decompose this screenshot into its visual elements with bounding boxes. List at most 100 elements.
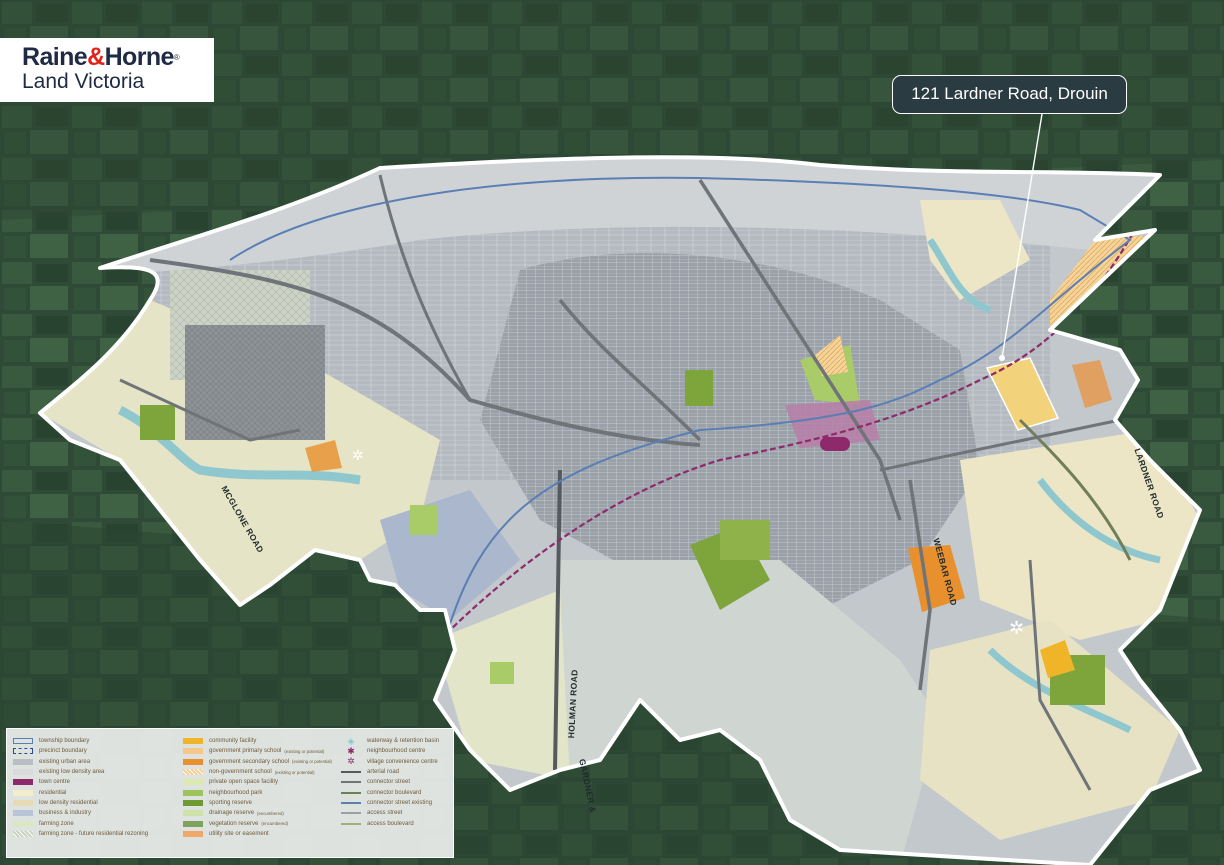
legend-item-residential: residential — [13, 787, 148, 797]
svg-text:✲: ✲ — [352, 448, 364, 464]
legend-item-business-industry: business & industry — [13, 808, 148, 818]
legend-label: drainage reserve — [209, 810, 255, 817]
legend-swatch — [13, 799, 33, 806]
legend-item-government-secondary-school: government secondary school (existing or … — [183, 757, 332, 767]
svg-text:✲: ✲ — [1009, 618, 1024, 639]
legend-label: town centre — [39, 779, 71, 786]
legend-swatch — [341, 781, 361, 784]
legend-item-sporting-reserve: sporting reserve — [183, 798, 332, 808]
legend-item-access-boulevard: access boulevard — [341, 818, 439, 828]
legend-label: low density residential — [39, 799, 98, 806]
legend-swatch — [183, 830, 203, 837]
legend-label: business & industry — [39, 810, 92, 817]
legend-swatch — [13, 748, 33, 755]
legend-swatch — [183, 758, 203, 765]
legend-label: residential — [39, 789, 67, 796]
legend-label: vegetation reserve — [209, 820, 259, 827]
legend-column-3: ◈ waterway & retention basin ✱ neighbourhoo… — [341, 736, 439, 829]
legend-item-community-facility: community facility — [183, 736, 332, 746]
legend-swatch — [341, 771, 361, 774]
legend-swatch — [13, 779, 33, 786]
legend-swatch — [13, 830, 33, 837]
legend-swatch — [183, 799, 203, 806]
legend-item-township-boundary: township boundary — [13, 736, 148, 746]
legend-swatch — [183, 779, 203, 786]
legend-label: government primary school — [209, 748, 282, 755]
legend-label: township boundary — [39, 738, 90, 745]
legend-swatch — [341, 791, 361, 794]
legend-item-vegetation-reserve: vegetation reserve (encumbered) — [183, 818, 332, 828]
legend-label: precinct boundary — [39, 748, 87, 755]
legend-item-connector-boulevard: connector boulevard — [341, 787, 439, 797]
legend-column-2: community facility government primary sch… — [183, 736, 332, 839]
legend-swatch — [13, 820, 33, 827]
legend-label: access street — [367, 810, 403, 817]
legend-sublabel: (encumbered) — [261, 821, 289, 827]
legend-sublabel: (encumbered) — [257, 810, 284, 816]
legend-sublabel: (existing or potential) — [274, 769, 315, 775]
legend-label: neighbourhood centre — [367, 748, 426, 755]
legend-item-village-convenience-centre: ✲ village convenience centre — [341, 757, 439, 767]
legend-label: neighbourhood park — [209, 789, 263, 796]
legend-swatch — [183, 748, 203, 755]
logo-subtitle: Land Victoria — [22, 70, 145, 93]
legend-swatch: ◈ — [347, 735, 355, 746]
legend-label: connector street existing — [367, 799, 433, 806]
legend-swatch — [341, 822, 361, 825]
legend-item-farming-zone: farming zone — [13, 818, 148, 828]
legend-swatch: ✲ — [347, 756, 355, 767]
legend-label: utility site or easement — [209, 830, 269, 837]
legend-label: existing urban area — [39, 758, 91, 765]
legend-item-waterway-retention-basin: ◈ waterway & retention basin — [341, 735, 440, 746]
legend-item-neighbourhood-park: neighbourhood park — [183, 787, 332, 797]
legend-swatch — [183, 769, 203, 776]
legend-item-non-government-school: non-government school (existing or potent… — [183, 767, 332, 777]
legend-label: farming zone — [39, 820, 74, 827]
legend-swatch — [13, 769, 33, 776]
legend-label: existing low density area — [39, 769, 105, 776]
legend-swatch — [183, 738, 203, 745]
logo-brand: Raine&Horne® — [22, 43, 180, 71]
legend-item-arterial-road: arterial road — [341, 767, 439, 777]
legend-swatch — [13, 738, 33, 745]
legend-column-1: township boundary precinct boundary existi… — [13, 736, 148, 839]
map-legend: township boundary precinct boundary existi… — [6, 728, 454, 858]
legend-swatch — [13, 758, 33, 765]
legend-item-access-street: access street — [341, 808, 439, 818]
legend-label: village convenience centre — [367, 758, 438, 765]
legend-item-precinct-boundary: precinct boundary — [13, 746, 148, 756]
legend-item-existing-urban-area: existing urban area — [13, 757, 148, 767]
legend-item-connector-street-existing: connector street existing — [341, 798, 439, 808]
legend-item-connector-street: connector street — [341, 777, 439, 787]
legend-item-government-primary-school: government primary school (existing or po… — [183, 746, 332, 756]
legend-item-utility-site-or-easement: utility site or easement — [183, 829, 332, 839]
legend-swatch — [13, 789, 33, 796]
legend-label: connector street — [367, 779, 411, 786]
legend-swatch — [183, 789, 203, 796]
legend-label: waterway & retention basin — [367, 738, 440, 745]
legend-label: access boulevard — [367, 820, 414, 827]
legend-item-farming-zone-future-residential-rezoning: farming zone - future residential rezoni… — [13, 829, 148, 839]
legend-item-low-density-residential: low density residential — [13, 798, 148, 808]
legend-sublabel: (existing or potential) — [284, 748, 325, 754]
legend-swatch — [183, 810, 203, 817]
legend-label: non-government school — [209, 769, 272, 776]
legend-label: connector boulevard — [367, 789, 422, 796]
legend-label: sporting reserve — [209, 799, 253, 806]
legend-item-drainage-reserve: drainage reserve (encumbered) — [183, 808, 332, 818]
legend-swatch — [183, 820, 203, 827]
legend-sublabel: (existing or potential) — [292, 759, 332, 765]
legend-label: government secondary school — [209, 758, 290, 765]
legend-swatch — [341, 812, 361, 815]
raine-horne-logo: Raine&Horne® Land Victoria — [0, 38, 214, 102]
legend-label: private open space facility — [209, 779, 279, 786]
property-address-callout: 121 Lardner Road, Drouin — [892, 75, 1127, 114]
legend-label: community facility — [209, 738, 257, 745]
legend-label: arterial road — [367, 769, 400, 776]
legend-swatch — [13, 810, 33, 817]
legend-swatch — [341, 801, 361, 804]
legend-label: farming zone - future residential rezoni… — [39, 830, 149, 837]
legend-item-private-open-space-facility: private open space facility — [183, 777, 332, 787]
legend-swatch: ✱ — [347, 745, 355, 756]
legend-item-existing-low-density-area: existing low density area — [13, 767, 148, 777]
